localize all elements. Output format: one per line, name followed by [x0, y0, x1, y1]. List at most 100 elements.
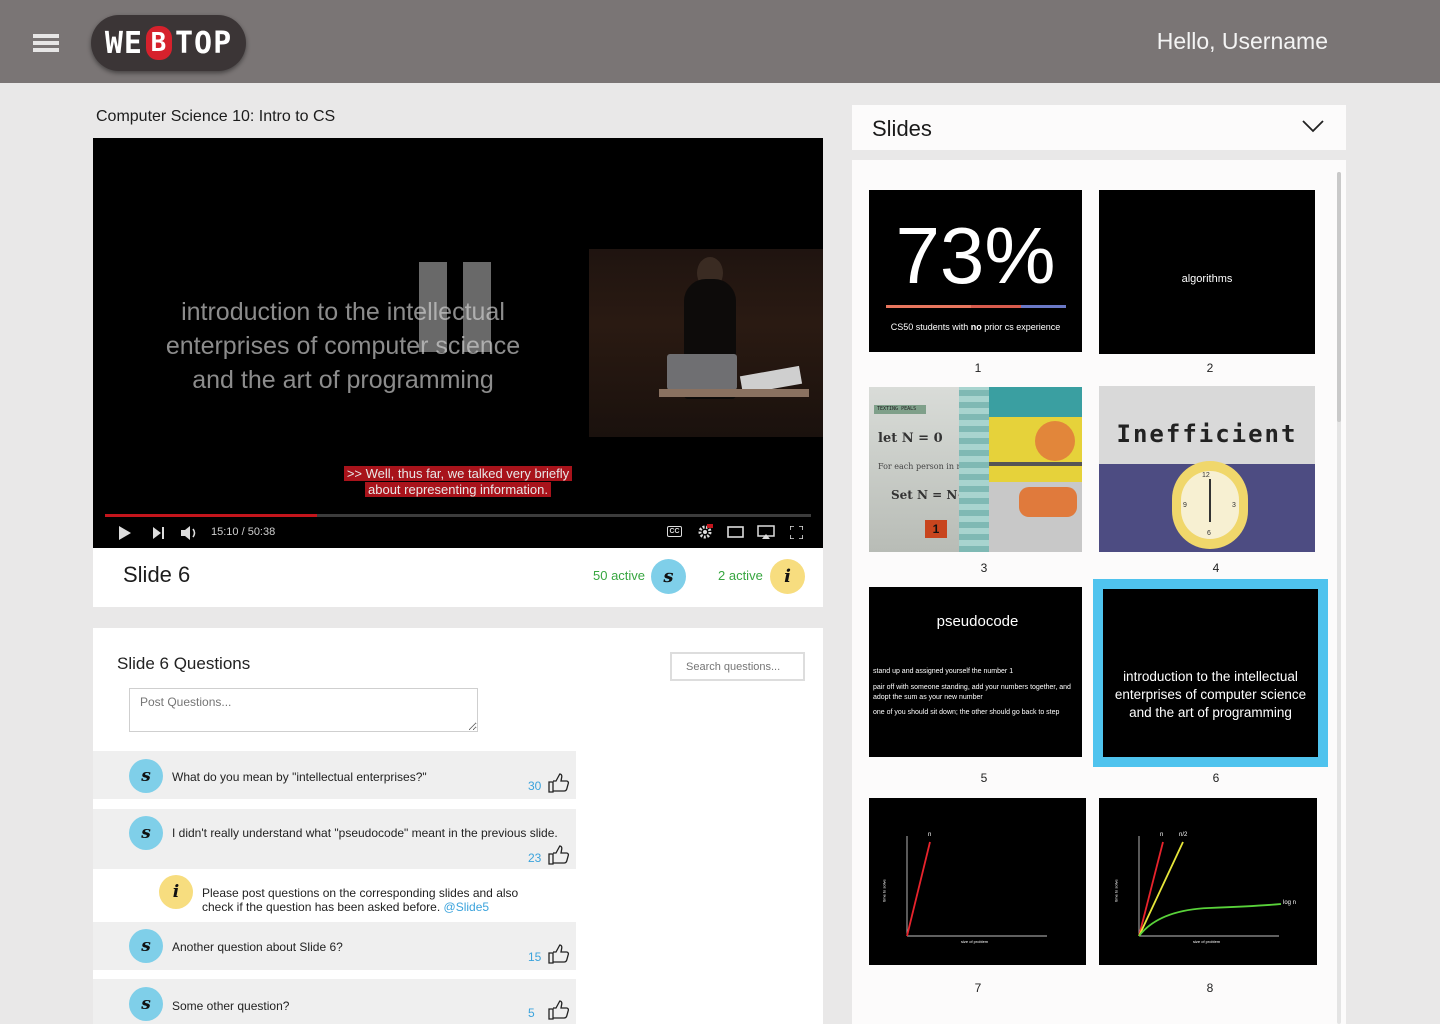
slide-8-ylabel: time to solve [1113, 879, 1119, 902]
students-active-count: 50 active [593, 568, 646, 583]
caption-line: >> Well, thus far, we talked very briefl… [343, 466, 573, 481]
slide-6-line: introduction to the intellectual [1123, 669, 1298, 684]
question-text: Another question about Slide 6? [172, 940, 343, 954]
next-icon[interactable] [153, 527, 165, 539]
fullscreen-icon[interactable] [790, 526, 803, 539]
slide-thumbnail-7[interactable]: n time to solve size of problem [869, 798, 1086, 965]
questions-title: Slide 6 Questions [117, 654, 251, 673]
slide-thumbnail-6[interactable]: introduction to the intellectual enterpr… [1103, 589, 1318, 757]
student-badge-icon[interactable]: s [651, 559, 686, 594]
video-player[interactable]: introduction to the intellectual enterpr… [93, 138, 823, 548]
slide-3-tag: TEXTING PEALS [874, 405, 926, 414]
vote-count: 23 [528, 851, 542, 865]
slide-8-curve-label: n/2 [1179, 832, 1188, 838]
theater-mode-icon[interactable] [727, 526, 744, 538]
question-item[interactable]: s Another question about Slide 6? 15 [93, 922, 576, 970]
thumbs-up-icon[interactable] [548, 944, 570, 964]
menu-icon[interactable] [33, 34, 59, 52]
student-badge-icon: s [129, 929, 163, 963]
slide-thumbnail-2[interactable]: algorithms [1099, 190, 1315, 354]
slide-number: 1 [974, 361, 982, 375]
slide-mention-link[interactable]: @Slide5 [444, 900, 490, 914]
slide-thumbnail-8[interactable]: n n/2 log n time to solve size of proble… [1099, 798, 1317, 965]
slide-3-line: let N = 0 [878, 431, 943, 446]
slide-7-curve-label: n [928, 832, 932, 838]
instructors-active-count: 2 active [718, 568, 763, 583]
question-text: Some other question? [172, 999, 290, 1013]
question-item[interactable]: s Some other question? 5 [93, 979, 576, 1024]
slides-grid: 73% CS50 students with no prior cs exper… [852, 160, 1346, 1024]
question-text: I didn't really understand what "pseudoc… [172, 826, 558, 840]
student-badge-icon: s [129, 987, 163, 1021]
video-slide-text: introduction to the intellectual enterpr… [113, 295, 573, 397]
question-item[interactable]: s What do you mean by "intellectual ente… [93, 751, 576, 799]
slide-3-box: 1 [925, 520, 947, 538]
top-header: WE B TOP Hello, Username [0, 0, 1440, 83]
webtop-logo[interactable]: WE B TOP [91, 15, 246, 71]
slide-6-text: introduction to the intellectual enterpr… [1103, 668, 1318, 722]
play-icon[interactable] [119, 526, 131, 540]
search-questions-input[interactable] [670, 652, 805, 681]
slide-number: 2 [1206, 361, 1214, 375]
video-slide-line: enterprises of computer science [165, 332, 521, 360]
video-time: 15:10 / 50:38 [211, 526, 276, 538]
thumbs-up-icon[interactable] [548, 773, 570, 793]
post-question-input[interactable] [129, 688, 478, 732]
instructor-badge-icon[interactable]: i [770, 559, 805, 594]
slide-6-line: enterprises of computer science [1114, 687, 1307, 702]
slides-panel-header[interactable]: Slides [852, 105, 1346, 150]
cc-icon[interactable]: CC [667, 526, 682, 537]
slide-1-big-text: 73% [895, 211, 1056, 300]
question-item[interactable]: s I didn't really understand what "pseud… [93, 809, 576, 869]
instructor-badge-icon: i [159, 875, 193, 909]
instructor-note-text: Please post questions on the correspondi… [202, 886, 518, 914]
video-controls: 15:10 / 50:38 CC [93, 522, 823, 544]
volume-icon[interactable] [181, 525, 199, 541]
airplay-icon[interactable] [757, 525, 775, 540]
question-text: What do you mean by "intellectual enterp… [172, 770, 427, 784]
vote-count: 5 [528, 1006, 535, 1020]
thumbs-up-icon[interactable] [548, 1000, 570, 1020]
clock-number: 12 [1202, 472, 1210, 479]
slide-thumbnail-4[interactable]: Inefficient 12 3 6 9 [1099, 386, 1315, 552]
video-slide-line: and the art of programming [192, 366, 494, 394]
slide-7-ylabel: time to solve [881, 879, 887, 902]
logo-text-left: WE [104, 25, 143, 61]
slide-thumbnail-5[interactable]: pseudocode stand up and assigned yoursel… [869, 587, 1082, 757]
slide-thumbnail-1[interactable]: 73% CS50 students with no prior cs exper… [869, 190, 1082, 352]
slide-5-line: one of you should sit down; the other sh… [873, 709, 1060, 716]
instructor-note: i Please post questions on the correspon… [93, 869, 576, 919]
logo-badge: B [145, 26, 172, 60]
slide-number: 7 [974, 981, 982, 995]
slide-7-xlabel: size of problem [961, 939, 989, 944]
slide-number: 5 [980, 771, 988, 785]
slide-thumbnail-3[interactable]: TEXTING PEALS let N = 0 For each person … [869, 387, 1082, 552]
chevron-down-icon[interactable] [1302, 119, 1324, 133]
note-line: Please post questions on the correspondi… [202, 886, 519, 900]
student-badge-icon: s [129, 816, 163, 850]
settings-gear-icon[interactable] [697, 524, 713, 540]
questions-panel: Slide 6 Questions s What do you mean by … [93, 628, 823, 1024]
video-progress-bar[interactable] [105, 514, 811, 517]
slide-5-title: pseudocode [936, 613, 1019, 630]
video-caption: >> Well, thus far, we talked very briefl… [343, 466, 573, 498]
caption-line: about representing information. [365, 482, 551, 497]
pause-overlay-icon[interactable] [419, 262, 491, 352]
slide-2-text: algorithms [1181, 273, 1233, 285]
thumbs-up-icon[interactable] [548, 845, 570, 865]
slide-8-curve-label: log n [1283, 900, 1297, 906]
slide-4-text: Inefficient [1116, 420, 1298, 448]
slide-number: 4 [1212, 561, 1220, 575]
slide-5-line: stand up and assigned yourself the numbe… [873, 668, 1014, 675]
clock-number: 3 [1232, 502, 1236, 509]
clock-number: 9 [1183, 502, 1187, 509]
slide-1-caption: CS50 students with no prior cs experienc… [890, 322, 1061, 332]
slide-8-xlabel: size of problem [1193, 939, 1221, 944]
slides-scrollbar[interactable] [1337, 172, 1341, 1024]
slide-number: 8 [1206, 981, 1214, 995]
slide-5-line: pair off with someone standing, add your… [873, 684, 1071, 701]
speaker-video-frame [589, 249, 823, 437]
slide-number: 3 [980, 561, 988, 575]
user-greeting[interactable]: Hello, Username [1157, 28, 1328, 55]
current-slide-bar: Slide 6 50 active s 2 active i [93, 548, 823, 607]
